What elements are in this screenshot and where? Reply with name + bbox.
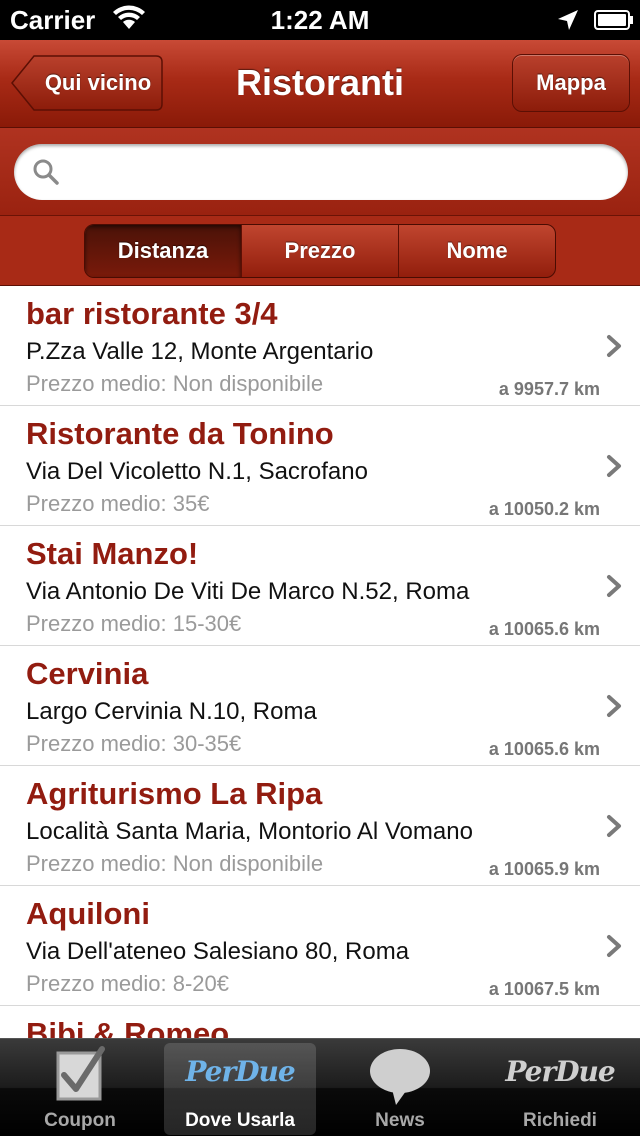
restaurant-name: Cervinia [26, 656, 149, 691]
chevron-right-icon [607, 695, 621, 717]
restaurant-distance: a 10065.9 km [488, 859, 600, 879]
restaurant-name: Bibi & Romeo [26, 1016, 230, 1038]
list-item[interactable]: Stai Manzo! Via Antonio De Viti De Marco… [0, 526, 640, 646]
restaurant-price: Prezzo medio: Non disponibile [26, 371, 324, 396]
segment-prezzo[interactable]: Prezzo [242, 225, 399, 277]
search-bar [0, 128, 640, 216]
restaurant-name: Agriturismo La Ripa [26, 776, 323, 811]
list-item[interactable]: bar ristorante 3/4 P.Zza Valle 12, Monte… [0, 286, 640, 406]
search-field[interactable] [14, 144, 628, 200]
restaurant-distance: a 10050.2 km [488, 499, 600, 519]
restaurant-distance: a 10067.5 km [488, 979, 600, 999]
perdue-logo-icon: PerDue [505, 1055, 615, 1088]
restaurant-name: Aquiloni [26, 896, 150, 931]
tab-label: Dove Usarla [185, 1110, 295, 1131]
tab-label: Richiedi [523, 1110, 597, 1131]
search-icon [33, 159, 59, 185]
list-item[interactable]: Aquiloni Via Dell'ateneo Salesiano 80, R… [0, 886, 640, 1006]
restaurant-address: Via Del Vicoletto N.1, Sacrofano [26, 458, 368, 485]
status-bar: Carrier 1:22 AM [0, 0, 640, 40]
checkbox-icon [56, 1046, 105, 1101]
restaurant-list: bar ristorante 3/4 P.Zza Valle 12, Monte… [0, 286, 640, 1038]
restaurant-address: Via Dell'ateneo Salesiano 80, Roma [26, 938, 410, 965]
chevron-right-icon [607, 935, 621, 957]
restaurant-address: Via Antonio De Viti De Marco N.52, Roma [26, 578, 470, 605]
tab-label: News [375, 1110, 425, 1131]
restaurant-name: Stai Manzo! [26, 536, 199, 571]
search-input[interactable] [70, 154, 610, 190]
perdue-logo-icon: PerDue [185, 1055, 295, 1088]
restaurant-price: Prezzo medio: 30-35€ [26, 731, 242, 756]
tab-news[interactable]: News [320, 1039, 480, 1136]
chevron-right-icon [607, 455, 621, 477]
sort-bar: Distanza Prezzo Nome [0, 216, 640, 286]
location-arrow-icon [558, 10, 578, 30]
tab-coupon[interactable]: Coupon [0, 1039, 160, 1136]
chevron-right-icon [607, 575, 621, 597]
chevron-right-icon [607, 335, 621, 357]
tab-label: Coupon [44, 1110, 116, 1131]
navigation-bar: Qui vicino Ristoranti Mappa [0, 40, 640, 128]
restaurant-price: Prezzo medio: Non disponibile [26, 851, 324, 876]
list-item[interactable]: Agriturismo La Ripa Località Santa Maria… [0, 766, 640, 886]
restaurant-distance: a 10065.6 km [488, 619, 600, 639]
tab-richiedi[interactable]: PerDue Richiedi [480, 1039, 640, 1136]
restaurant-address: Largo Cervinia N.10, Roma [26, 698, 317, 725]
list-item[interactable]: Ristorante da Tonino Via Del Vicoletto N… [0, 406, 640, 526]
restaurant-address: Località Santa Maria, Montorio Al Vomano [26, 818, 473, 845]
restaurant-name: bar ristorante 3/4 [26, 296, 278, 331]
speech-bubble-icon [370, 1049, 430, 1105]
restaurant-distance: a 9957.7 km [498, 379, 600, 399]
tab-dove-usarla[interactable]: PerDue Dove Usarla [160, 1039, 320, 1136]
map-button[interactable]: Mappa [512, 54, 630, 112]
tab-bar: Coupon PerDue Dove Usarla News PerDue Ri… [0, 1038, 640, 1136]
segment-distanza[interactable]: Distanza [85, 225, 242, 277]
restaurant-address: P.Zza Valle 12, Monte Argentario [26, 338, 374, 365]
restaurant-price: Prezzo medio: 8-20€ [26, 971, 229, 996]
segment-nome[interactable]: Nome [399, 225, 555, 277]
restaurant-price: Prezzo medio: 35€ [26, 491, 210, 516]
chevron-right-icon [607, 815, 621, 837]
battery-icon [594, 10, 633, 30]
list-item[interactable]: Cervinia Largo Cervinia N.10, Roma Prezz… [0, 646, 640, 766]
restaurant-name: Ristorante da Tonino [26, 416, 334, 451]
clock: 1:22 AM [270, 5, 370, 35]
sort-segmented-control: Distanza Prezzo Nome [84, 224, 556, 278]
restaurant-price: Prezzo medio: 15-30€ [26, 611, 242, 636]
list-item[interactable]: Bibi & Romeo [0, 1006, 640, 1038]
restaurant-distance: a 10065.6 km [488, 739, 600, 759]
